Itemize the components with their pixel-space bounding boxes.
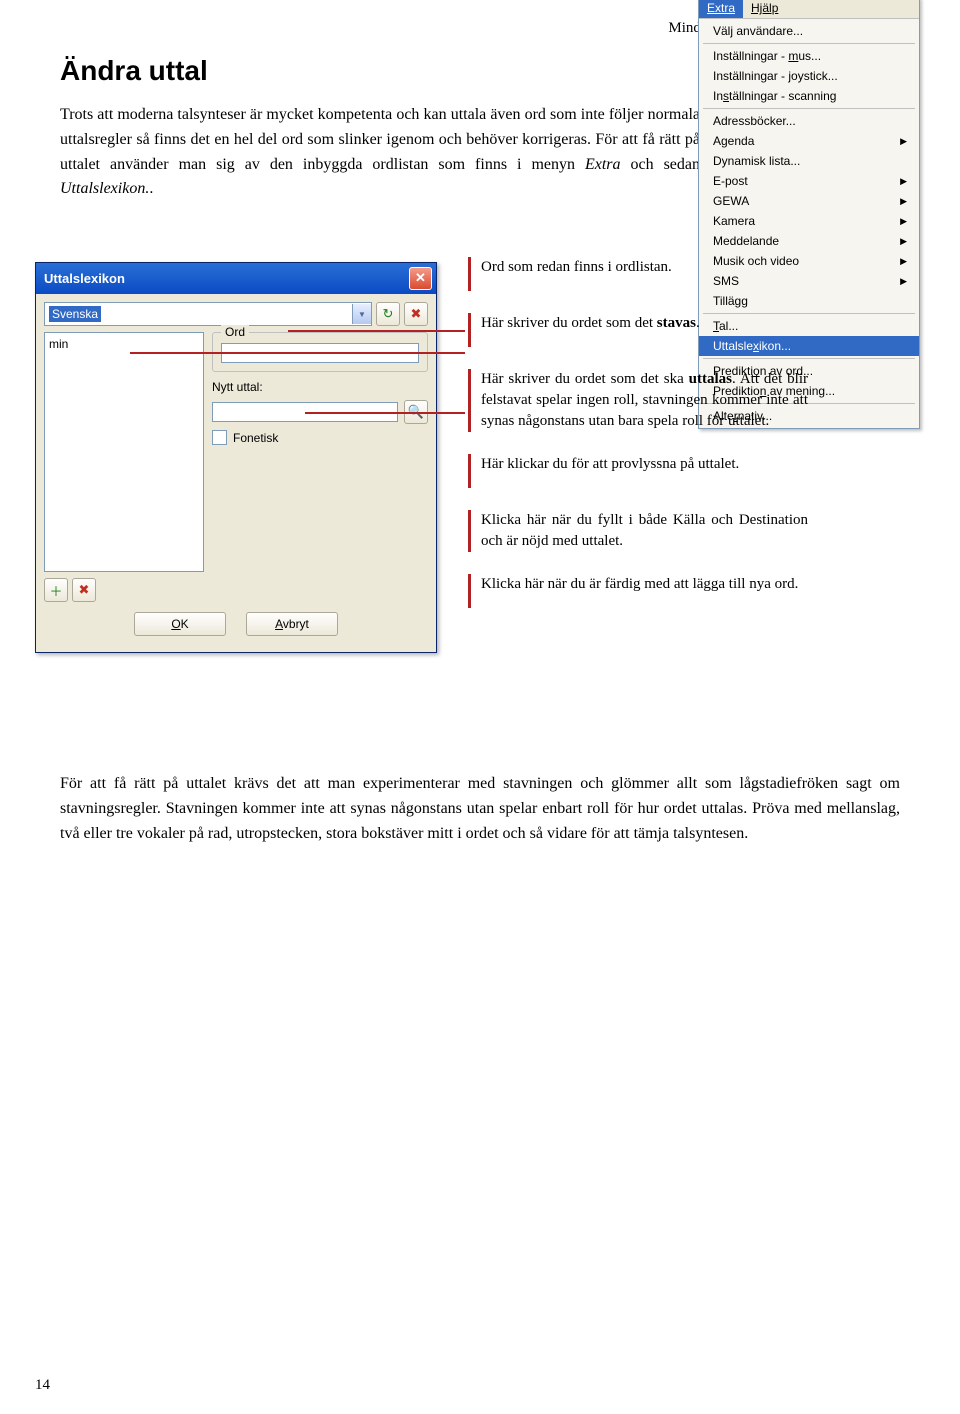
menu-separator	[703, 108, 915, 109]
menu-item-label: Inställningar - mus...	[713, 49, 821, 63]
callout-text: Klicka här när du fyllt i både Källa och…	[481, 510, 808, 552]
callout-text: Klicka här när du är färdig med att lägg…	[481, 574, 808, 595]
close-icon[interactable]: ✕	[409, 267, 432, 290]
menu-item-label: E-post	[713, 174, 748, 188]
menu-item[interactable]: Meddelande ▶	[699, 231, 919, 251]
menu-item[interactable]: Kamera ▶	[699, 211, 919, 231]
callout: Här skriver du ordet som det ska uttalas…	[468, 369, 808, 432]
chevron-right-icon: ▶	[900, 136, 907, 147]
callout: Här klickar du för att provlyssna på utt…	[468, 454, 808, 488]
callout-text: Här skriver du ordet som det ska uttalas…	[481, 369, 808, 432]
menu-tab-hjalp[interactable]: Hjälp	[743, 0, 786, 18]
menu-item-label: Dynamisk lista...	[713, 154, 800, 168]
menu-separator	[703, 43, 915, 44]
intro-italic-1: Extra	[585, 156, 621, 173]
list-item[interactable]: min	[49, 337, 199, 351]
menu-item-label: Agenda	[713, 134, 754, 148]
chevron-down-icon[interactable]: ▼	[352, 304, 371, 324]
menu-item[interactable]: E-post ▶	[699, 171, 919, 191]
menu-item[interactable]: Inställningar - scanning	[699, 86, 919, 106]
menu-item-label: Kamera	[713, 214, 755, 228]
chevron-right-icon: ▶	[900, 276, 907, 287]
menu-item-label: Inställningar - scanning	[713, 89, 836, 103]
dialog-titlebar[interactable]: Uttalslexikon ✕	[36, 263, 436, 294]
intro-text-b: och sedan	[621, 156, 700, 173]
menu-item[interactable]: Agenda ▶	[699, 131, 919, 151]
callout-bar	[468, 369, 471, 432]
word-list[interactable]: min	[44, 332, 204, 572]
menu-item[interactable]: Välj användare...	[699, 21, 919, 41]
menu-item-label: Välj användare...	[713, 24, 803, 38]
chevron-right-icon: ▶	[900, 176, 907, 187]
intro-paragraph: Trots att moderna talsynteser är mycket …	[60, 103, 700, 202]
menu-tab-extra[interactable]: Extra	[699, 0, 743, 18]
callout: Ord som redan finns i ordlistan.	[468, 257, 808, 291]
menu-item-label: Inställningar - joystick...	[713, 69, 838, 83]
intro-italic-2: Uttalslexikon.	[60, 180, 149, 197]
leader-line	[305, 412, 465, 414]
menu-header: Extra Hjälp	[699, 0, 919, 19]
callout: Klicka här när du fyllt i både Källa och…	[468, 510, 808, 552]
nytt-uttal-label: Nytt uttal:	[212, 380, 272, 394]
remove-icon[interactable]: ✖	[72, 578, 96, 602]
chevron-right-icon: ▶	[900, 236, 907, 247]
bottom-paragraph: För att få rätt på uttalet krävs det att…	[60, 772, 900, 846]
fonetisk-checkbox[interactable]	[212, 430, 227, 445]
leader-line	[130, 352, 465, 354]
menu-item[interactable]: GEWA ▶	[699, 191, 919, 211]
callout-bar	[468, 454, 471, 488]
callout-text: Här skriver du ordet som det stavas.	[481, 313, 808, 334]
ok-button[interactable]: OK	[134, 612, 226, 636]
callout: Här skriver du ordet som det stavas.	[468, 313, 808, 347]
callout-bar	[468, 574, 471, 608]
menu-item[interactable]: Inställningar - joystick...	[699, 66, 919, 86]
menu-item[interactable]: Inställningar - mus...	[699, 46, 919, 66]
callout: Klicka här när du är färdig med att lägg…	[468, 574, 808, 608]
fonetisk-label: Fonetisk	[233, 431, 278, 445]
leader-line	[288, 330, 465, 332]
ord-group-label: Ord	[221, 325, 249, 339]
chevron-right-icon: ▶	[900, 256, 907, 267]
language-select[interactable]: Svenska ▼	[44, 302, 372, 326]
menu-item-label: Adressböcker...	[713, 114, 796, 128]
avbryt-button[interactable]: Avbryt	[246, 612, 338, 636]
uttalslexikon-dialog: Uttalslexikon ✕ Svenska ▼ ↻ ✖ min	[35, 262, 437, 653]
chevron-right-icon: ▶	[900, 216, 907, 227]
menu-item-label: GEWA	[713, 194, 749, 208]
callout-bar	[468, 313, 471, 347]
delete-icon[interactable]: ✖	[404, 302, 428, 326]
reload-icon[interactable]: ↻	[376, 302, 400, 326]
intro-text-c: .	[149, 180, 153, 197]
chevron-right-icon: ▶	[900, 196, 907, 207]
language-selected: Svenska	[49, 306, 101, 322]
dialog-title: Uttalslexikon	[44, 271, 125, 286]
menu-item-label: Meddelande	[713, 234, 779, 248]
menu-item[interactable]: Dynamisk lista...	[699, 151, 919, 171]
menu-item[interactable]: Adressböcker...	[699, 111, 919, 131]
callout-bar	[468, 510, 471, 552]
page-number: 14	[35, 1377, 50, 1394]
callout-bar	[468, 257, 471, 291]
callout-text: Här klickar du för att provlyssna på utt…	[481, 454, 808, 475]
callout-text: Ord som redan finns i ordlistan.	[481, 257, 808, 278]
add-icon[interactable]: ＋	[44, 578, 68, 602]
